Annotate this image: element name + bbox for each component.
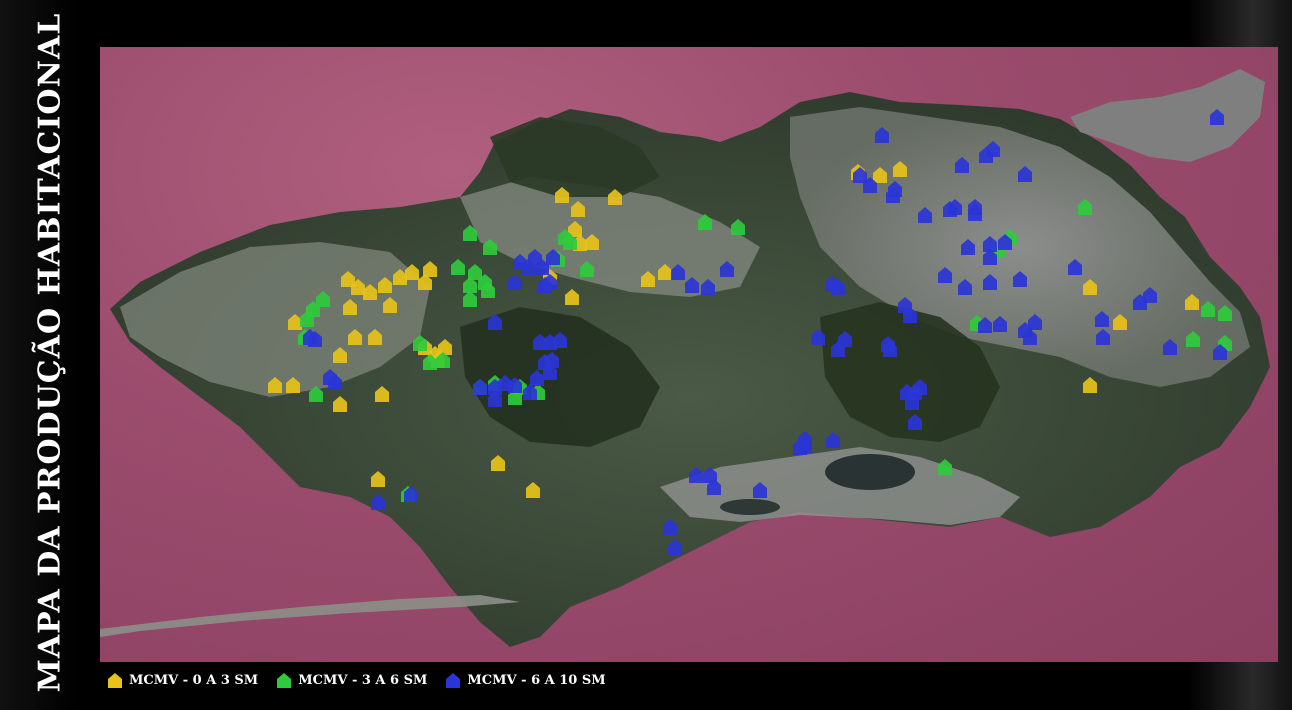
legend-label: MCMV - 0 A 3 SM xyxy=(129,672,259,688)
house-marker-icon xyxy=(446,672,461,688)
legend-item-0-3: MCMV - 0 A 3 SM xyxy=(107,672,258,689)
page-title: MAPA DA PRODUÇÃO HABITACIONAL xyxy=(32,12,68,693)
legend-label: MCMV - 3 A 6 SM xyxy=(298,672,428,688)
vertical-title: MAPA DA PRODUÇÃO HABITACIONAL xyxy=(28,13,72,693)
house-marker-icon xyxy=(277,672,292,688)
house-marker-icon xyxy=(108,672,122,688)
legend-label: MCMV - 6 A 10 SM xyxy=(467,672,606,688)
map-slide: MAPA DA PRODUÇÃO HABITACIONAL MCMV - 0 A… xyxy=(0,0,1292,710)
map-canvas xyxy=(100,69,1270,647)
satellite-map xyxy=(100,47,1278,662)
legend: MCMV - 0 A 3 SM MCMV - 3 A 6 SM MCMV - 6… xyxy=(107,668,606,692)
legend-item-6-10: MCMV - 6 A 10 SM xyxy=(445,672,606,689)
restinga-marambaia xyxy=(100,595,520,637)
lagoon-marapendi xyxy=(720,499,780,515)
legend-item-3-6: MCMV - 3 A 6 SM xyxy=(276,672,427,689)
lagoon-jacarepagua xyxy=(825,454,915,490)
